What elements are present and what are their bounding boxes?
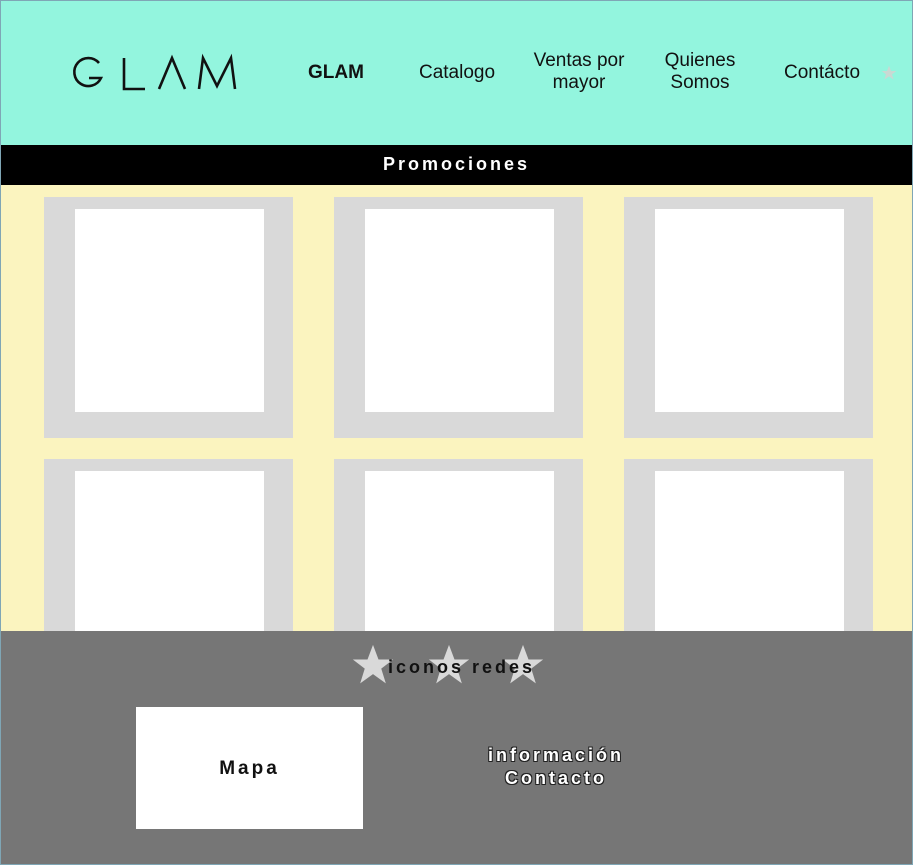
info-line2: Contacto: [505, 768, 607, 788]
nav-ventas-por-mayor[interactable]: Ventas por mayor: [527, 50, 631, 94]
nav-quienes-line2: Somos: [670, 72, 730, 93]
promo-grid: [1, 185, 912, 631]
promo-image-placeholder: [365, 209, 554, 412]
nav-home[interactable]: GLAM: [304, 62, 368, 84]
site-header: GLAM Catalogo Ventas por mayor Quienes S…: [1, 1, 912, 145]
promo-image-placeholder: [655, 471, 844, 631]
nav-ventas-line1: Ventas por: [533, 50, 625, 71]
promo-card-1[interactable]: [44, 197, 293, 438]
info-line1: información: [487, 745, 624, 765]
map-label: Mapa: [219, 758, 280, 779]
glam-logo[interactable]: [69, 53, 239, 93]
promo-card-4[interactable]: [44, 459, 293, 631]
promo-card-2[interactable]: [334, 197, 583, 438]
nav-quienes-somos[interactable]: Quienes Somos: [659, 50, 741, 94]
nav-catalogo[interactable]: Catalogo: [413, 62, 501, 84]
star-icon[interactable]: [881, 65, 897, 81]
promo-image-placeholder: [75, 471, 264, 631]
promo-title: Promociones: [382, 154, 531, 174]
nav-contacto[interactable]: Contácto: [777, 62, 867, 84]
promo-card-3[interactable]: [624, 197, 873, 438]
social-label: iconos redes: [387, 657, 536, 677]
site-footer: iconos redes Mapa información Contacto: [1, 631, 912, 864]
promo-bar: Promociones: [1, 145, 912, 185]
promo-card-6[interactable]: [624, 459, 873, 631]
nav-quienes-line1: Quienes: [664, 50, 736, 71]
promo-image-placeholder: [655, 209, 844, 412]
promo-card-5[interactable]: [334, 459, 583, 631]
map-placeholder[interactable]: Mapa: [136, 707, 363, 829]
contact-info: información Contacto: [441, 744, 671, 790]
page-frame: GLAM Catalogo Ventas por mayor Quienes S…: [0, 0, 913, 865]
nav-ventas-line2: mayor: [552, 72, 606, 93]
promo-image-placeholder: [365, 471, 554, 631]
promo-image-placeholder: [75, 209, 264, 412]
